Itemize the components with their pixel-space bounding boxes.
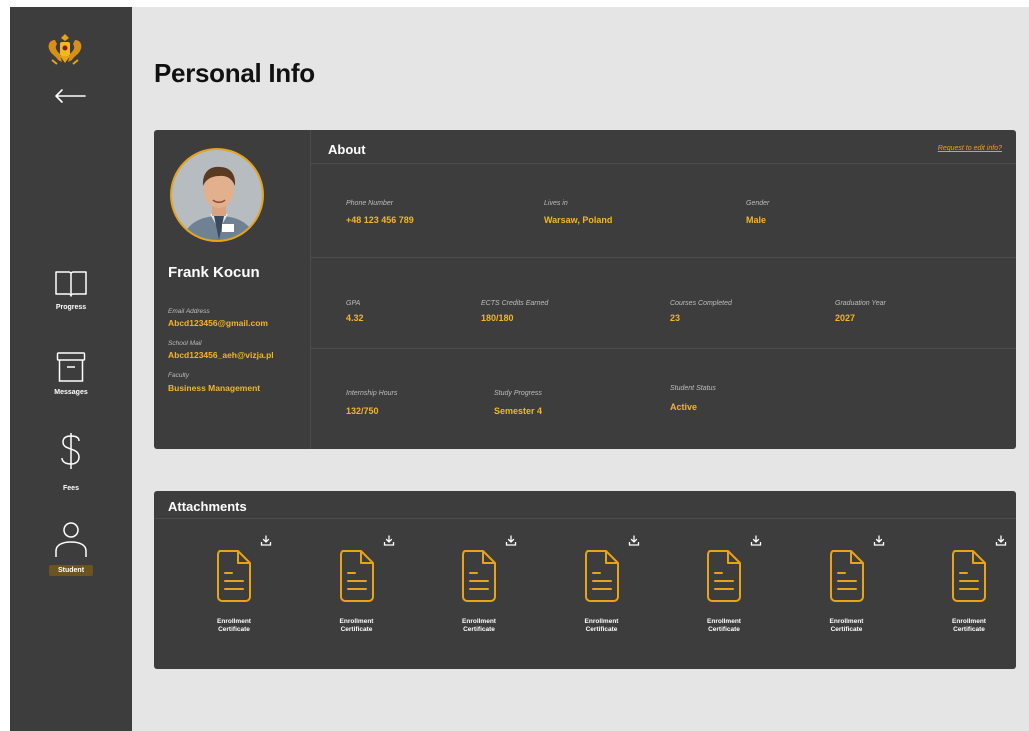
gpa-value: 4.32 <box>346 313 364 323</box>
sidebar: Progress Messages Fees Student <box>10 7 132 731</box>
document-icon <box>584 550 619 602</box>
ects-value: 180/180 <box>481 313 514 323</box>
graduation-value: 2027 <box>835 313 856 323</box>
phone-label: Phone Number <box>346 200 394 207</box>
attachment-label: Enrollment Certificate <box>462 618 496 633</box>
attachment-item[interactable]: Enrollment Certificate <box>684 535 764 645</box>
attachment-item[interactable]: Enrollment Certificate <box>807 535 887 645</box>
attachment-label: Enrollment Certificate <box>952 618 986 633</box>
download-icon[interactable] <box>505 535 517 546</box>
about-title: About <box>328 142 366 157</box>
archive-icon <box>56 352 86 382</box>
graduation-label: Graduation Year <box>835 300 886 307</box>
gender-value: Male <box>746 215 767 225</box>
download-icon[interactable] <box>260 535 272 546</box>
divider <box>154 518 1016 519</box>
document-icon <box>707 550 741 602</box>
school-mail-value: Abcd123456_aeh@vizja.pl <box>168 350 274 360</box>
download-icon[interactable] <box>628 535 640 546</box>
faculty-value: Business Management <box>168 383 261 393</box>
user-icon <box>55 522 87 557</box>
download-icon[interactable] <box>995 535 1007 546</box>
document-icon <box>217 550 251 602</box>
sidebar-item-label: Fees <box>63 485 79 492</box>
document-icon <box>952 550 986 602</box>
student-name: Frank Kocun <box>168 264 260 281</box>
sidebar-item-fees[interactable]: Fees <box>10 431 132 492</box>
school-mail-label: School Mail <box>168 340 202 347</box>
attachment-label: Enrollment Certificate <box>584 618 619 633</box>
internship-value: 132/750 <box>346 406 379 416</box>
window-frame-left <box>0 0 10 731</box>
attachment-label: Enrollment Certificate <box>707 618 741 633</box>
gpa-label: GPA <box>346 300 361 307</box>
avatar <box>170 148 264 242</box>
attachment-item[interactable]: Enrollment Certificate <box>562 535 642 645</box>
document-icon <box>339 550 374 602</box>
book-icon <box>55 271 87 297</box>
phone-value: +48 123 456 789 <box>346 215 414 225</box>
attachment-label: Enrollment Certificate <box>217 618 251 633</box>
attachments-title: Attachments <box>168 499 247 514</box>
download-icon[interactable] <box>873 535 885 546</box>
attachment-item[interactable]: Enrollment Certificate <box>929 535 1009 645</box>
faculty-label: Faculty <box>168 372 189 379</box>
attachment-label: Enrollment Certificate <box>339 618 374 633</box>
courses-label: Courses Completed <box>670 300 732 307</box>
courses-value: 23 <box>670 313 681 323</box>
divider <box>311 257 1016 258</box>
back-arrow-icon[interactable] <box>53 87 87 105</box>
download-icon[interactable] <box>383 535 395 546</box>
window-frame-top <box>0 0 1029 7</box>
active-badge: Student <box>48 565 94 576</box>
profile-photo <box>172 150 262 240</box>
email-label: Email Address <box>168 308 210 315</box>
dollar-icon <box>61 433 80 469</box>
request-edit-link[interactable]: Request to edit info? <box>938 145 1002 152</box>
sidebar-item-progress[interactable]: Progress <box>10 270 132 311</box>
status-value: Active <box>670 402 698 412</box>
gender-label: Gender <box>746 200 770 207</box>
lives-in-value: Warsaw, Poland <box>544 215 613 225</box>
personal-info-card: Frank Kocun Email Address Abcd123456@gma… <box>154 130 1016 449</box>
divider <box>311 163 1016 164</box>
study-progress-label: Study Progress <box>494 390 542 397</box>
attachments-card: Attachments Enrollment Certificate Enrol… <box>154 491 1016 669</box>
divider <box>310 130 311 449</box>
study-progress-value: Semester 4 <box>494 406 543 416</box>
attachment-item[interactable]: Enrollment Certificate <box>439 535 519 645</box>
sidebar-item-messages[interactable]: Messages <box>10 351 132 396</box>
sidebar-item-label: Messages <box>54 389 88 396</box>
attachment-label: Enrollment Certificate <box>829 618 864 633</box>
document-icon <box>829 550 864 602</box>
email-value: Abcd123456@gmail.com <box>168 318 268 328</box>
download-icon[interactable] <box>750 535 762 546</box>
lives-in-label: Lives in <box>544 200 568 207</box>
ects-label: ECTS Credits Earned <box>481 300 549 307</box>
sidebar-item-student[interactable]: Student <box>10 521 132 577</box>
divider <box>311 348 1016 349</box>
page-title: Personal Info <box>154 58 315 88</box>
attachment-item[interactable]: Enrollment Certificate <box>194 535 274 645</box>
crest-logo-icon <box>48 34 82 65</box>
status-label: Student Status <box>670 385 716 392</box>
document-icon <box>462 550 496 602</box>
sidebar-item-label: Progress <box>55 304 87 311</box>
internship-label: Internship Hours <box>346 390 398 397</box>
attachment-item[interactable]: Enrollment Certificate <box>317 535 397 645</box>
